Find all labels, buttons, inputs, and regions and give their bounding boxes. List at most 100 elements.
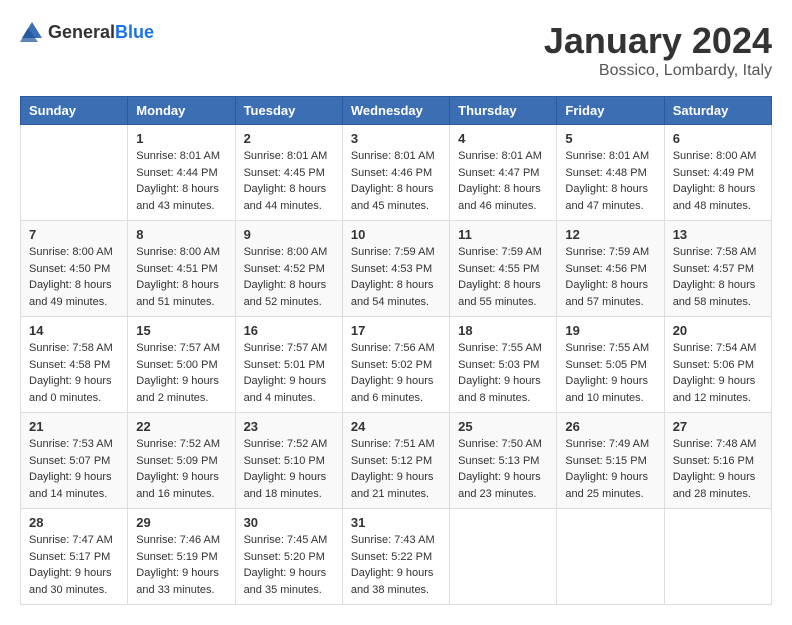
day-info: Sunrise: 8:00 AMSunset: 4:51 PMDaylight:… bbox=[136, 244, 226, 310]
calendar-week-5: 28Sunrise: 7:47 AMSunset: 5:17 PMDayligh… bbox=[21, 509, 772, 605]
day-number: 20 bbox=[673, 323, 763, 338]
day-number: 22 bbox=[136, 419, 226, 434]
day-info: Sunrise: 7:47 AMSunset: 5:17 PMDaylight:… bbox=[29, 532, 119, 598]
day-number: 6 bbox=[673, 131, 763, 146]
day-info: Sunrise: 7:52 AMSunset: 5:10 PMDaylight:… bbox=[244, 436, 334, 502]
day-info: Sunrise: 8:00 AMSunset: 4:52 PMDaylight:… bbox=[244, 244, 334, 310]
month-title: January 2024 bbox=[544, 20, 772, 62]
calendar-cell: 14 Sunrise: 7:58 AMSunset: 4:58 PMDayligh… bbox=[21, 317, 128, 413]
header-day-tuesday: Tuesday bbox=[235, 97, 342, 125]
calendar-cell: 8 Sunrise: 8:00 AMSunset: 4:51 PMDaylight… bbox=[128, 221, 235, 317]
day-info: Sunrise: 7:53 AMSunset: 5:07 PMDaylight:… bbox=[29, 436, 119, 502]
day-number: 10 bbox=[351, 227, 441, 242]
calendar-cell bbox=[557, 509, 664, 605]
calendar-cell: 1Sunrise: 8:01 AMSunset: 4:44 PMDaylight… bbox=[128, 125, 235, 221]
day-number: 14 bbox=[29, 323, 119, 338]
day-info: Sunrise: 8:00 AMSunset: 4:50 PMDaylight:… bbox=[29, 244, 119, 310]
day-info: Sunrise: 7:58 AMSunset: 4:57 PMDaylight:… bbox=[673, 244, 763, 310]
calendar-cell: 5 Sunrise: 8:01 AMSunset: 4:48 PMDaylight… bbox=[557, 125, 664, 221]
day-info: Sunrise: 7:57 AMSunset: 5:01 PMDaylight:… bbox=[244, 340, 334, 406]
day-number: 7 bbox=[29, 227, 119, 242]
day-number: 25 bbox=[458, 419, 548, 434]
calendar-cell: 25 Sunrise: 7:50 AMSunset: 5:13 PMDayligh… bbox=[450, 413, 557, 509]
day-number: 24 bbox=[351, 419, 441, 434]
calendar-cell: 22 Sunrise: 7:52 AMSunset: 5:09 PMDayligh… bbox=[128, 413, 235, 509]
calendar-table: SundayMondayTuesdayWednesdayThursdayFrid… bbox=[20, 96, 772, 605]
day-info: Sunrise: 7:55 AMSunset: 5:05 PMDaylight:… bbox=[565, 340, 655, 406]
calendar-cell: 15Sunrise: 7:57 AMSunset: 5:00 PMDayligh… bbox=[128, 317, 235, 413]
day-info: Sunrise: 7:52 AMSunset: 5:09 PMDaylight:… bbox=[136, 436, 226, 502]
day-number: 26 bbox=[565, 419, 655, 434]
day-number: 2 bbox=[244, 131, 334, 146]
day-info: Sunrise: 7:59 AMSunset: 4:56 PMDaylight:… bbox=[565, 244, 655, 310]
day-number: 4 bbox=[458, 131, 548, 146]
calendar-cell: 12 Sunrise: 7:59 AMSunset: 4:56 PMDayligh… bbox=[557, 221, 664, 317]
day-number: 8 bbox=[136, 227, 226, 242]
logo-text-blue: Blue bbox=[115, 22, 154, 42]
calendar-cell: 9 Sunrise: 8:00 AMSunset: 4:52 PMDaylight… bbox=[235, 221, 342, 317]
logo-text-general: General bbox=[48, 22, 115, 42]
day-info: Sunrise: 7:43 AMSunset: 5:22 PMDaylight:… bbox=[351, 532, 441, 598]
day-number: 17 bbox=[351, 323, 441, 338]
day-info: Sunrise: 7:51 AMSunset: 5:12 PMDaylight:… bbox=[351, 436, 441, 502]
day-info: Sunrise: 8:01 AMSunset: 4:47 PMDaylight:… bbox=[458, 148, 548, 214]
day-number: 9 bbox=[244, 227, 334, 242]
calendar-cell: 3 Sunrise: 8:01 AMSunset: 4:46 PMDaylight… bbox=[342, 125, 449, 221]
header-day-monday: Monday bbox=[128, 97, 235, 125]
day-info: Sunrise: 8:00 AMSunset: 4:49 PMDaylight:… bbox=[673, 148, 763, 214]
header-day-sunday: Sunday bbox=[21, 97, 128, 125]
calendar-cell: 16Sunrise: 7:57 AMSunset: 5:01 PMDayligh… bbox=[235, 317, 342, 413]
calendar-cell: 4 Sunrise: 8:01 AMSunset: 4:47 PMDaylight… bbox=[450, 125, 557, 221]
calendar-cell: 23 Sunrise: 7:52 AMSunset: 5:10 PMDayligh… bbox=[235, 413, 342, 509]
header-day-thursday: Thursday bbox=[450, 97, 557, 125]
day-number: 3 bbox=[351, 131, 441, 146]
calendar-week-3: 14 Sunrise: 7:58 AMSunset: 4:58 PMDayligh… bbox=[21, 317, 772, 413]
header-day-saturday: Saturday bbox=[664, 97, 771, 125]
calendar-cell bbox=[664, 509, 771, 605]
day-info: Sunrise: 7:48 AMSunset: 5:16 PMDaylight:… bbox=[673, 436, 763, 502]
calendar-cell: 21 Sunrise: 7:53 AMSunset: 5:07 PMDayligh… bbox=[21, 413, 128, 509]
day-number: 5 bbox=[565, 131, 655, 146]
calendar-cell: 6 Sunrise: 8:00 AMSunset: 4:49 PMDaylight… bbox=[664, 125, 771, 221]
day-info: Sunrise: 7:50 AMSunset: 5:13 PMDaylight:… bbox=[458, 436, 548, 502]
day-info: Sunrise: 8:01 AMSunset: 4:44 PMDaylight:… bbox=[136, 148, 226, 214]
day-info: Sunrise: 8:01 AMSunset: 4:46 PMDaylight:… bbox=[351, 148, 441, 214]
calendar-header: SundayMondayTuesdayWednesdayThursdayFrid… bbox=[21, 97, 772, 125]
calendar-cell: 19Sunrise: 7:55 AMSunset: 5:05 PMDayligh… bbox=[557, 317, 664, 413]
header-day-friday: Friday bbox=[557, 97, 664, 125]
day-number: 27 bbox=[673, 419, 763, 434]
calendar-cell: 26Sunrise: 7:49 AMSunset: 5:15 PMDayligh… bbox=[557, 413, 664, 509]
day-number: 12 bbox=[565, 227, 655, 242]
day-info: Sunrise: 7:57 AMSunset: 5:00 PMDaylight:… bbox=[136, 340, 226, 406]
calendar-cell bbox=[450, 509, 557, 605]
calendar-cell: 30Sunrise: 7:45 AMSunset: 5:20 PMDayligh… bbox=[235, 509, 342, 605]
day-number: 13 bbox=[673, 227, 763, 242]
day-number: 21 bbox=[29, 419, 119, 434]
calendar-cell: 11Sunrise: 7:59 AMSunset: 4:55 PMDayligh… bbox=[450, 221, 557, 317]
day-info: Sunrise: 7:56 AMSunset: 5:02 PMDaylight:… bbox=[351, 340, 441, 406]
calendar-week-4: 21 Sunrise: 7:53 AMSunset: 5:07 PMDayligh… bbox=[21, 413, 772, 509]
calendar-week-1: 1Sunrise: 8:01 AMSunset: 4:44 PMDaylight… bbox=[21, 125, 772, 221]
day-number: 23 bbox=[244, 419, 334, 434]
calendar-cell: 13 Sunrise: 7:58 AMSunset: 4:57 PMDayligh… bbox=[664, 221, 771, 317]
day-number: 11 bbox=[458, 227, 548, 242]
day-number: 18 bbox=[458, 323, 548, 338]
logo-icon bbox=[20, 20, 44, 44]
logo: GeneralBlue bbox=[20, 20, 154, 44]
day-number: 30 bbox=[244, 515, 334, 530]
calendar-cell: 29Sunrise: 7:46 AMSunset: 5:19 PMDayligh… bbox=[128, 509, 235, 605]
calendar-week-2: 7 Sunrise: 8:00 AMSunset: 4:50 PMDaylight… bbox=[21, 221, 772, 317]
calendar-cell: 7 Sunrise: 8:00 AMSunset: 4:50 PMDaylight… bbox=[21, 221, 128, 317]
calendar-cell: 17 Sunrise: 7:56 AMSunset: 5:02 PMDayligh… bbox=[342, 317, 449, 413]
header-day-wednesday: Wednesday bbox=[342, 97, 449, 125]
calendar-cell bbox=[21, 125, 128, 221]
calendar-cell: 10Sunrise: 7:59 AMSunset: 4:53 PMDayligh… bbox=[342, 221, 449, 317]
day-info: Sunrise: 8:01 AMSunset: 4:48 PMDaylight:… bbox=[565, 148, 655, 214]
day-number: 31 bbox=[351, 515, 441, 530]
title-area: January 2024 Bossico, Lombardy, Italy bbox=[544, 20, 772, 80]
calendar-cell: 18 Sunrise: 7:55 AMSunset: 5:03 PMDayligh… bbox=[450, 317, 557, 413]
calendar-cell: 20Sunrise: 7:54 AMSunset: 5:06 PMDayligh… bbox=[664, 317, 771, 413]
day-info: Sunrise: 7:58 AMSunset: 4:58 PMDaylight:… bbox=[29, 340, 119, 406]
calendar-cell: 24 Sunrise: 7:51 AMSunset: 5:12 PMDayligh… bbox=[342, 413, 449, 509]
day-info: Sunrise: 7:55 AMSunset: 5:03 PMDaylight:… bbox=[458, 340, 548, 406]
